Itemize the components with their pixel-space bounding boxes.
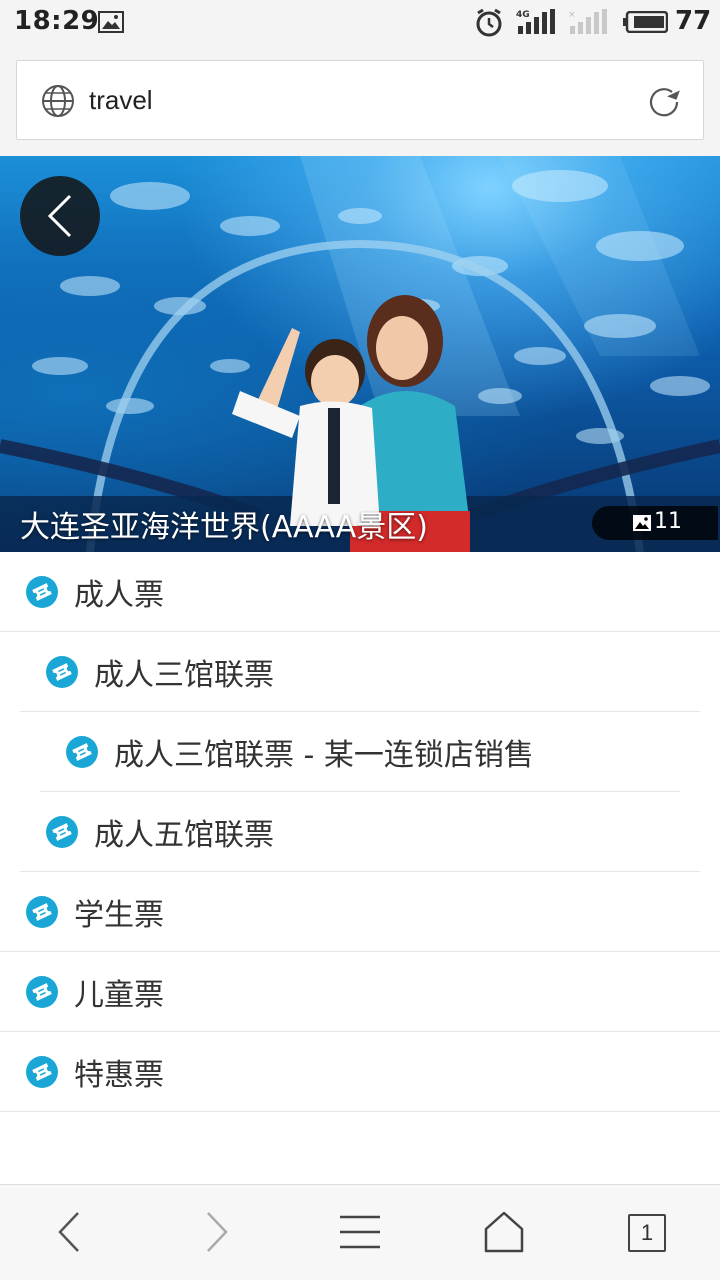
ticket-label: 特惠票 <box>74 1058 164 1093</box>
ticket-icon <box>26 976 58 1008</box>
photo-count: 11 <box>654 509 682 534</box>
address-bar[interactable]: travel <box>16 60 704 140</box>
ticket-item[interactable]: 儿童票 <box>0 952 720 1032</box>
chevron-left-icon <box>47 194 72 238</box>
image-notification-icon <box>98 11 124 33</box>
back-icon[interactable] <box>44 1209 96 1255</box>
attraction-title: 大连圣亚海洋世界(AAAA景区) <box>20 510 429 545</box>
refresh-icon[interactable] <box>645 83 683 121</box>
ticket-item[interactable]: 成人三馆联票 - 某一连锁店销售 <box>40 712 680 792</box>
signal-4g-icon: 4G <box>516 9 555 34</box>
ticket-item[interactable]: 特惠票 <box>0 1032 720 1112</box>
photo-icon <box>633 515 651 531</box>
ticket-icon <box>26 576 58 608</box>
ticket-label: 儿童票 <box>74 978 164 1013</box>
ticket-icon <box>46 816 78 848</box>
aquarium-photo <box>0 156 720 552</box>
globe-icon <box>42 85 74 117</box>
address-bar-area: travel <box>0 46 720 156</box>
ticket-item[interactable]: 成人三馆联票 <box>20 632 700 712</box>
battery-level: 77 <box>675 6 712 36</box>
browser-bottom-nav: 1 <box>0 1184 720 1280</box>
alarm-icon <box>476 8 502 37</box>
back-button[interactable] <box>20 176 100 256</box>
ticket-label: 成人三馆联票 - 某一连锁店销售 <box>114 738 534 773</box>
ticket-item[interactable]: 成人五馆联票 <box>20 792 700 872</box>
battery-icon <box>623 11 668 33</box>
ticket-label: 成人票 <box>74 578 164 613</box>
ticket-item[interactable]: 成人票 <box>0 552 720 632</box>
address-text: travel <box>89 85 153 115</box>
svg-text:×: × <box>568 10 576 20</box>
forward-icon[interactable] <box>190 1209 242 1255</box>
ticket-label: 成人五馆联票 <box>94 818 274 853</box>
tabs-icon[interactable]: 1 <box>628 1214 666 1252</box>
hero-image: 大连圣亚海洋世界(AAAA景区) 11 <box>0 156 720 552</box>
ticket-icon <box>26 896 58 928</box>
ticket-icon <box>66 736 98 768</box>
status-bar: 18:29 4G × 77 <box>0 0 720 46</box>
ticket-item[interactable]: 学生票 <box>0 872 720 952</box>
ticket-icon <box>26 1056 58 1088</box>
signal-no-service-icon: × <box>568 9 607 34</box>
ticket-icon <box>46 656 78 688</box>
home-icon[interactable] <box>478 1209 530 1255</box>
status-time: 18:29 <box>14 6 100 36</box>
ticket-label: 成人三馆联票 <box>94 658 274 693</box>
menu-icon[interactable] <box>334 1209 386 1255</box>
photo-count-badge[interactable]: 11 <box>592 506 718 540</box>
ticket-label: 学生票 <box>74 898 164 933</box>
network-type-label: 4G <box>516 10 530 20</box>
